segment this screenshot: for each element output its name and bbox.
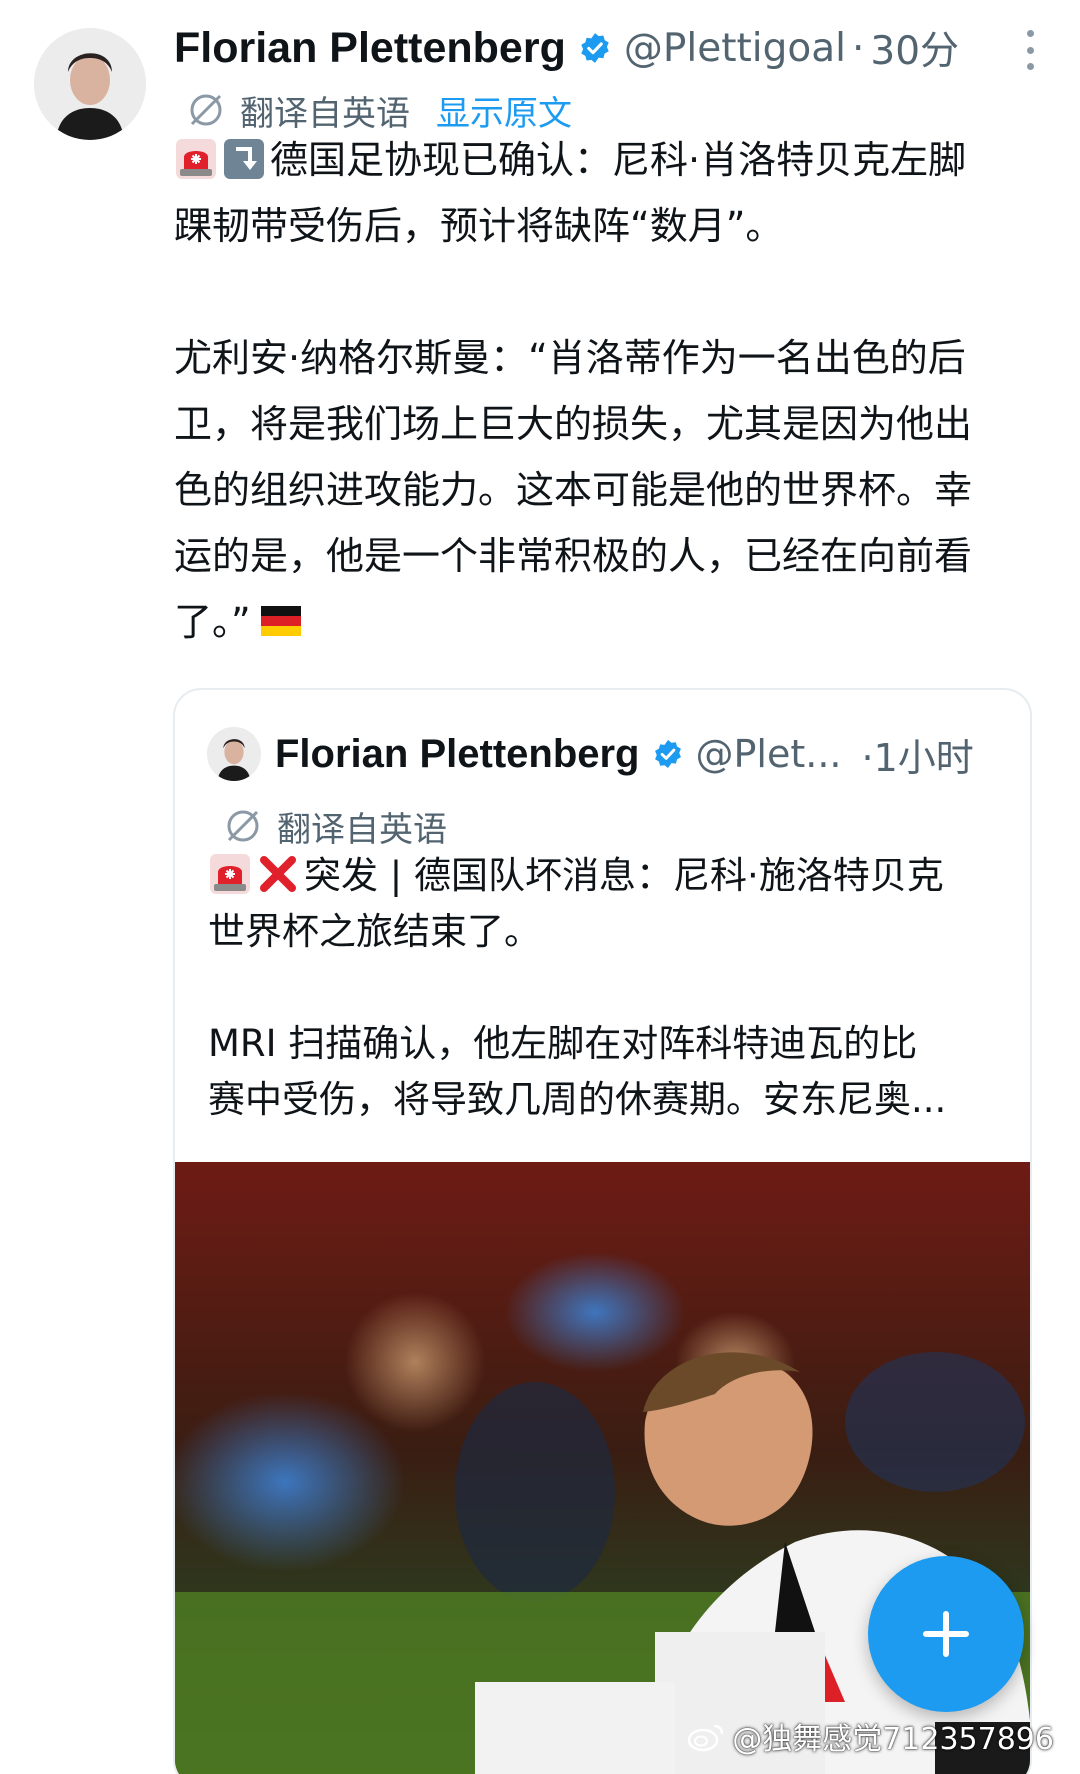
- rotating-light-emoji: [210, 854, 250, 894]
- author-avatar[interactable]: [34, 28, 146, 140]
- tweet-body-line-7: 了。”: [174, 589, 1014, 655]
- author-handle[interactable]: @Plettigoal: [624, 26, 846, 71]
- tweet-body-line-3: 尤利安·纳格尔斯曼：“肖洛蒂作为一名出色的后: [174, 336, 966, 380]
- cross-mark-emoji: [260, 856, 296, 892]
- plus-icon: [923, 1611, 969, 1657]
- compose-button[interactable]: [868, 1556, 1024, 1712]
- tweet-header: Florian Plettenberg @Plettigoal · 30分: [174, 18, 1040, 78]
- quoted-body-line-3: MRI 扫描确认，他左脚在对阵科特迪瓦的比: [208, 1022, 918, 1065]
- quoted-author-avatar: [207, 727, 261, 781]
- quoted-translated-label: 翻译自英语: [277, 809, 447, 850]
- weibo-logo-icon: [687, 1724, 724, 1752]
- tweet-body-line-5: 色的组织进攻能力。这本可能是他的世界杯。幸: [174, 468, 973, 512]
- quoted-author-handle: @Plet...: [695, 732, 842, 776]
- weibo-watermark: @独舞感觉712357896: [686, 1712, 1054, 1760]
- verified-badge-icon: [578, 31, 612, 65]
- tweet-time[interactable]: 30分: [870, 20, 959, 76]
- germany-flag-emoji: [260, 606, 301, 636]
- tweet-body: 德国足协现已确认：尼科·肖洛特贝克左脚 踝韧带受伤后，预计将缺阵“数月”。 尤利…: [174, 127, 1014, 655]
- tweet-body-line-6: 运的是，他是一个非常积极的人，已经在向前看: [174, 534, 973, 578]
- tweet-body-line-2: 踝韧带受伤后，预计将缺阵“数月”。: [174, 204, 784, 248]
- separator-dot: ·: [851, 25, 865, 71]
- quoted-author-name: Florian Plettenberg: [275, 731, 640, 776]
- quoted-body-line-2: 世界杯之旅结束了。: [208, 910, 541, 953]
- quoted-tweet-body: 突发 | 德国队坏消息：尼科·施洛特贝克 世界杯之旅结束了。 MRI 扫描确认，…: [208, 848, 1008, 1128]
- quoted-body-line-4: 赛中受伤，将导致几周的休赛期。安东尼奥...: [208, 1078, 947, 1121]
- quoted-tweet-time: ·1小时: [861, 735, 974, 780]
- tweet-body-line-1: 德国足协现已确认：尼科·肖洛特贝克左脚: [174, 127, 1014, 193]
- quoted-tweet-header: Florian Plettenberg @Plet... ·1小时: [207, 724, 1007, 784]
- quoted-translation-row: 翻译自英语: [223, 800, 447, 852]
- rotating-light-emoji: [176, 139, 216, 179]
- verified-badge-icon: [652, 738, 684, 770]
- author-name[interactable]: Florian Plettenberg: [174, 24, 566, 73]
- more-options-icon[interactable]: [1018, 30, 1042, 70]
- tweet-body-line-4: 卫，将是我们场上巨大的损失，尤其是因为他出: [174, 402, 973, 446]
- translate-icon: [227, 810, 259, 842]
- watermark-text: @独舞感觉712357896: [732, 1722, 1054, 1757]
- translate-icon: [190, 94, 222, 126]
- quoted-body-line-1: 突发 | 德国队坏消息：尼科·施洛特贝克: [208, 848, 1008, 904]
- down-arrow-emoji: [224, 139, 264, 179]
